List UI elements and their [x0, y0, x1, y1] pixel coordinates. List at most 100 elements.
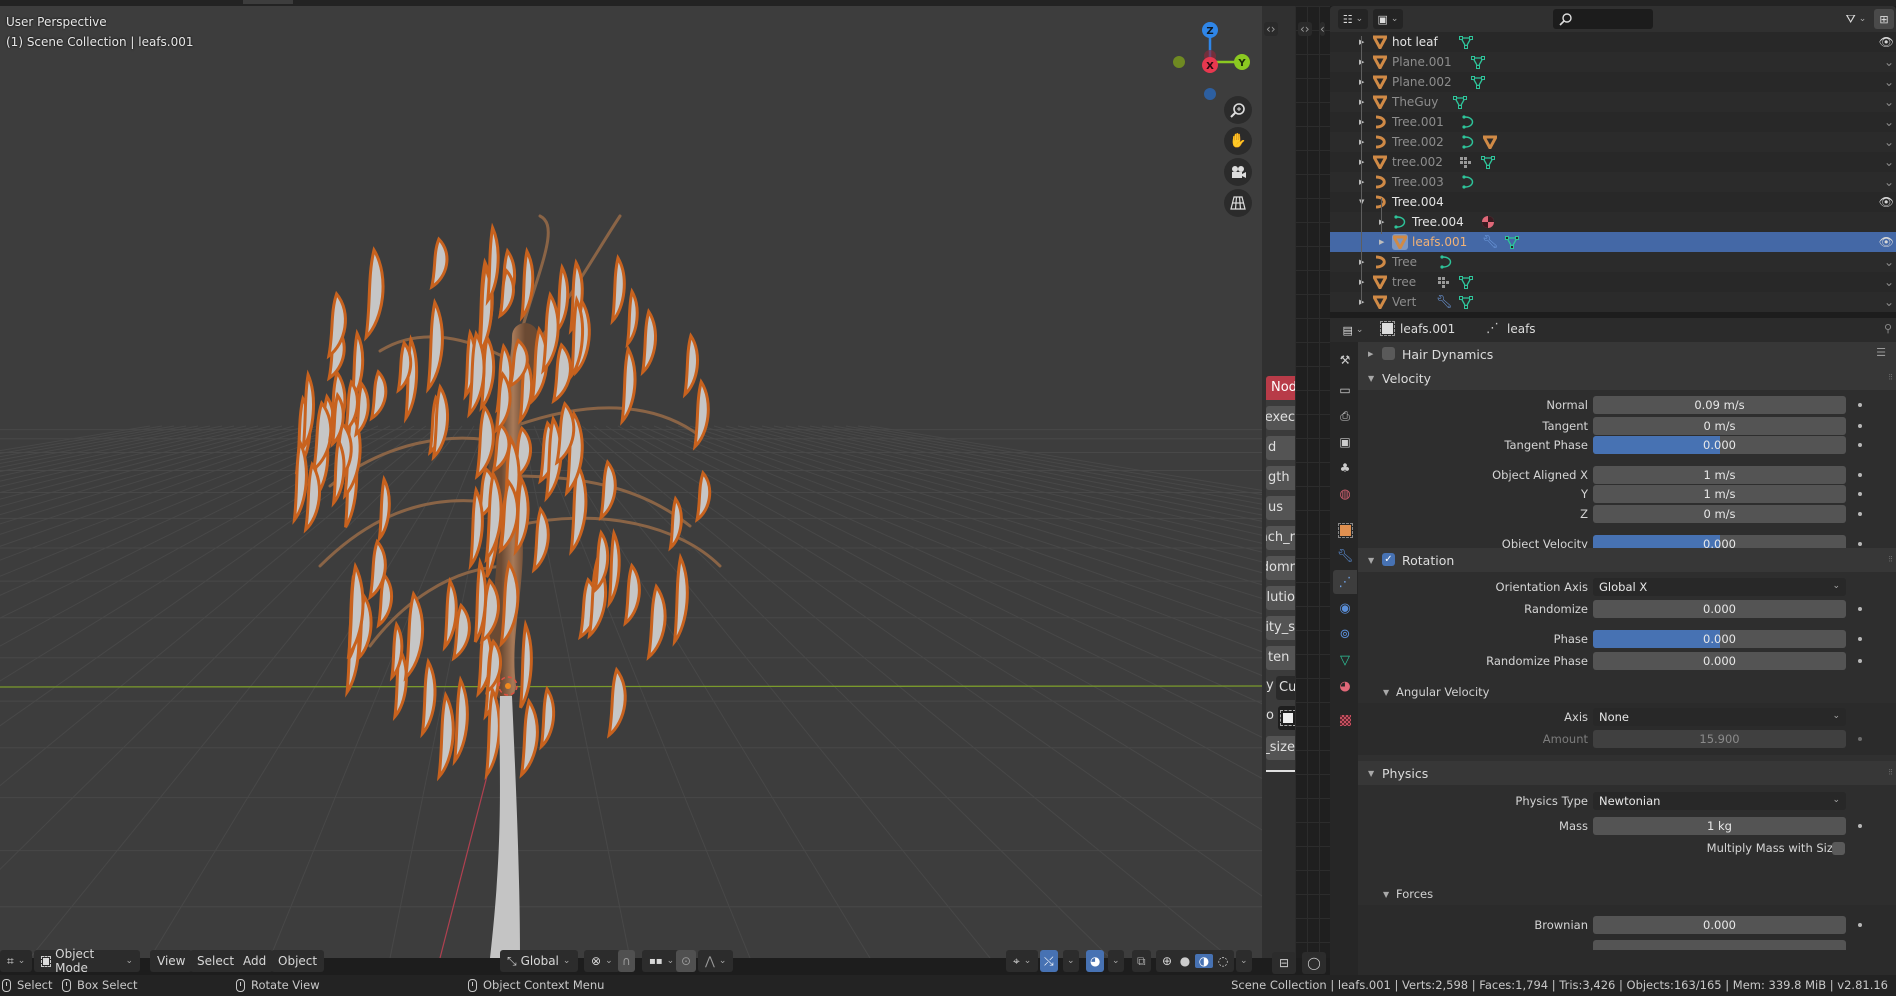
- mesh-data-icon[interactable]: [1480, 154, 1496, 170]
- outliner-row[interactable]: ▶Tree.001⌄: [1330, 112, 1896, 132]
- wireframe-shading-icon[interactable]: ⊕: [1159, 954, 1175, 968]
- tab-tool[interactable]: ⚒: [1333, 348, 1357, 372]
- tab-render[interactable]: ▭: [1333, 378, 1357, 402]
- outliner-row[interactable]: ▶tree.002⌄: [1330, 152, 1896, 172]
- node-field[interactable]: us: [1266, 496, 1295, 520]
- tangent-phase-field[interactable]: 0.000: [1593, 436, 1846, 454]
- angular-axis-select[interactable]: None ⌄: [1593, 708, 1846, 726]
- eye-icon[interactable]: 👁︎: [1879, 235, 1894, 249]
- eye-closed-icon[interactable]: ⌄: [1884, 275, 1894, 289]
- area-split-arrows-icon[interactable]: ‹›: [1264, 22, 1278, 36]
- eye-closed-icon[interactable]: ⌄: [1884, 115, 1894, 129]
- keyframe-dot[interactable]: [1858, 737, 1862, 741]
- camera-view-button[interactable]: [1224, 158, 1252, 186]
- orientation-axis-select[interactable]: Global X ⌄: [1593, 578, 1846, 596]
- outliner-row[interactable]: ▶Tree.002⌄: [1330, 132, 1896, 152]
- selectability-visibility-button[interactable]: ⌖ ⌄: [1006, 950, 1039, 972]
- tab-particles[interactable]: ⋰: [1333, 570, 1357, 594]
- area-collapse-arrow-icon[interactable]: ‹: [1320, 22, 1325, 36]
- keyframe-dot[interactable]: [1858, 923, 1862, 927]
- keyframe-dot[interactable]: [1858, 512, 1862, 516]
- hair-dynamics-checkbox[interactable]: [1382, 347, 1395, 360]
- eye-icon[interactable]: 👁︎: [1879, 195, 1894, 209]
- outliner-item-name[interactable]: hot leaf: [1392, 35, 1438, 49]
- eye-closed-icon[interactable]: ⌄: [1884, 75, 1894, 89]
- keyframe-dot[interactable]: [1858, 403, 1862, 407]
- particles-icon[interactable]: [1458, 154, 1474, 170]
- phase-slider[interactable]: 0.000: [1593, 630, 1846, 648]
- navigation-gizmo[interactable]: Z Y X: [1160, 12, 1260, 102]
- panel-physics[interactable]: ▼ Physics ⁝⁝: [1358, 761, 1896, 785]
- eye-closed-icon[interactable]: ⌄: [1884, 295, 1894, 309]
- modifier-icon[interactable]: 🔧︎: [1482, 234, 1499, 250]
- menu-select[interactable]: Select: [190, 950, 242, 972]
- mesh-data-icon[interactable]: [1470, 74, 1486, 90]
- outliner-item-name[interactable]: leafs.001: [1412, 235, 1467, 249]
- outliner-item-name[interactable]: Plane.001: [1392, 55, 1452, 69]
- modifier-icon[interactable]: 🔧︎: [1436, 294, 1453, 310]
- breadcrumb-particle-system[interactable]: leafs: [1507, 322, 1536, 336]
- menu-view[interactable]: View: [150, 950, 193, 972]
- drag-handle-icon[interactable]: ⁝⁝: [1888, 768, 1893, 778]
- material-preview-icon[interactable]: ◑: [1195, 954, 1213, 968]
- keyframe-dot[interactable]: [1858, 824, 1862, 828]
- new-collection-button[interactable]: ⊞: [1874, 9, 1894, 29]
- node-field[interactable]: ten: [1266, 646, 1295, 670]
- falloff-selector[interactable]: ⋀ ⌄: [698, 950, 734, 972]
- keyframe-dot[interactable]: [1858, 607, 1862, 611]
- node-field[interactable]: exec: [1266, 406, 1295, 430]
- node-field[interactable]: vity_s: [1266, 616, 1295, 640]
- mesh-data-icon[interactable]: [1470, 54, 1486, 70]
- transform-orientation-selector[interactable]: ⤡ Global ⌄: [500, 950, 578, 972]
- particles-icon[interactable]: [1436, 274, 1452, 290]
- outliner-item-name[interactable]: Vert: [1392, 295, 1416, 309]
- mass-field[interactable]: 1 kg: [1593, 817, 1846, 835]
- mesh-data-icon[interactable]: [1458, 274, 1474, 290]
- rotation-randomize-field[interactable]: 0.000: [1593, 600, 1846, 618]
- curve-data-icon[interactable]: [1438, 254, 1454, 270]
- node-field[interactable]: domr: [1266, 556, 1295, 580]
- physics-type-select[interactable]: Newtonian ⌄: [1593, 792, 1846, 810]
- 3d-viewport[interactable]: User Perspective (1) Scene Collection | …: [0, 6, 1262, 958]
- panel-hair-dynamics[interactable]: ▶ Hair Dynamics ☰: [1358, 342, 1896, 366]
- keyframe-dot[interactable]: [1858, 637, 1862, 641]
- outliner-row[interactable]: ▶Tree.004: [1330, 212, 1896, 232]
- overlay-button[interactable]: ◯: [1302, 952, 1326, 974]
- eye-closed-icon[interactable]: ⌄: [1884, 255, 1894, 269]
- gizmo-dropdown[interactable]: ⌄: [1063, 950, 1079, 972]
- menu-add[interactable]: Add: [236, 950, 274, 972]
- node-field[interactable]: nch_r: [1266, 526, 1295, 550]
- outliner-item-name[interactable]: Tree.004: [1392, 195, 1444, 209]
- view-layer-button[interactable]: ▣ ⌄: [1373, 9, 1403, 29]
- outliner-item-name[interactable]: Plane.002: [1392, 75, 1452, 89]
- node-header[interactable]: Node: [1266, 376, 1295, 400]
- keyframe-dot[interactable]: [1858, 443, 1862, 447]
- eye-closed-icon[interactable]: ⌄: [1884, 175, 1894, 189]
- angular-amount-field[interactable]: 15.900: [1593, 730, 1846, 748]
- outliner-row[interactable]: ▶hot leaf👁︎: [1330, 32, 1896, 52]
- outliner-row[interactable]: ▶Plane.002⌄: [1330, 72, 1896, 92]
- eye-closed-icon[interactable]: ⌄: [1884, 135, 1894, 149]
- mesh-data-icon[interactable]: [1452, 94, 1468, 110]
- tab-material[interactable]: ◕: [1333, 674, 1357, 698]
- curve-data-icon[interactable]: [1460, 174, 1476, 190]
- mesh-data-icon[interactable]: [1458, 34, 1474, 50]
- tab-constraints[interactable]: ⊚: [1333, 622, 1357, 646]
- outliner-row[interactable]: ▶tree⌄: [1330, 272, 1896, 292]
- tab-physics[interactable]: ◉: [1333, 596, 1357, 620]
- tab-output[interactable]: ⎙: [1333, 404, 1357, 428]
- object-aligned-x-field[interactable]: 1 m/s: [1593, 466, 1846, 484]
- panel-rotation[interactable]: ▼ ✓ Rotation ⁝⁝: [1358, 548, 1896, 572]
- overlay-toggle[interactable]: ◕: [1086, 950, 1105, 972]
- brownian-field[interactable]: 0.000: [1593, 916, 1846, 934]
- node-field[interactable]: olutio: [1266, 586, 1295, 610]
- outliner-item-name[interactable]: tree: [1392, 275, 1416, 289]
- mode-selector[interactable]: Object Mode ⌄: [34, 947, 140, 975]
- list-icon[interactable]: ☰: [1876, 346, 1886, 359]
- area-split-arrows-icon[interactable]: ‹›: [1298, 22, 1312, 36]
- outliner-item-name[interactable]: Tree.003: [1392, 175, 1444, 189]
- next-force-field[interactable]: [1593, 940, 1846, 950]
- node-field[interactable]: _size: [1266, 736, 1295, 760]
- outliner-item-name[interactable]: Tree: [1392, 255, 1417, 269]
- xray-toggle[interactable]: ⧉: [1132, 950, 1151, 972]
